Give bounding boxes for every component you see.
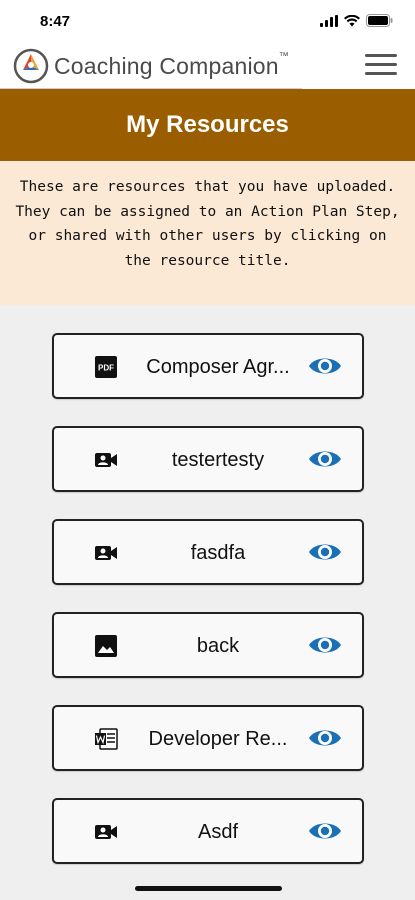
- resource-card[interactable]: Asdf: [52, 798, 364, 864]
- video-icon: [95, 825, 117, 839]
- view-eye-icon[interactable]: [308, 632, 342, 658]
- word-document-icon: [95, 728, 118, 750]
- video-icon: [95, 453, 117, 467]
- resource-title[interactable]: Developer Re...: [132, 728, 304, 751]
- battery-icon: [366, 14, 393, 27]
- app-logo-icon: [13, 48, 49, 84]
- view-eye-icon[interactable]: [308, 818, 342, 844]
- video-icon: [95, 546, 117, 560]
- resource-card[interactable]: back: [52, 612, 364, 678]
- image-icon: [95, 635, 117, 657]
- resource-title[interactable]: Composer Agr...: [132, 356, 304, 379]
- resource-title[interactable]: Asdf: [132, 821, 304, 844]
- app-header: Coaching Companion™: [0, 44, 415, 89]
- status-time: 8:47: [40, 13, 71, 30]
- resource-card[interactable]: testertesty: [52, 426, 364, 492]
- home-indicator: [135, 886, 282, 891]
- view-eye-icon[interactable]: [308, 353, 342, 379]
- pdf-icon: PDF: [95, 356, 117, 378]
- wifi-icon: [344, 14, 360, 26]
- hamburger-menu-icon[interactable]: [365, 54, 397, 80]
- app-title: Coaching Companion™: [54, 51, 289, 79]
- svg-text:PDF: PDF: [98, 364, 114, 373]
- resource-card[interactable]: fasdfa: [52, 519, 364, 585]
- intro-panel: These are resources that you have upload…: [0, 161, 415, 305]
- status-icons: [320, 14, 393, 27]
- page-title-bar: My Resources: [0, 89, 415, 161]
- resource-title[interactable]: testertesty: [132, 449, 304, 472]
- signal-icon: [320, 14, 338, 27]
- resource-list: PDF Composer Agr... testertesty fasdfa b…: [52, 333, 364, 891]
- view-eye-icon[interactable]: [308, 539, 342, 565]
- intro-text: These are resources that you have upload…: [15, 179, 400, 269]
- resource-title[interactable]: back: [132, 635, 304, 658]
- resource-card[interactable]: PDF Composer Agr...: [52, 333, 364, 399]
- page-title: My Resources: [126, 111, 289, 138]
- resource-card[interactable]: Developer Re...: [52, 705, 364, 771]
- view-eye-icon[interactable]: [308, 725, 342, 751]
- view-eye-icon[interactable]: [308, 446, 342, 472]
- status-bar: 8:47: [0, 0, 415, 44]
- resource-title[interactable]: fasdfa: [132, 542, 304, 565]
